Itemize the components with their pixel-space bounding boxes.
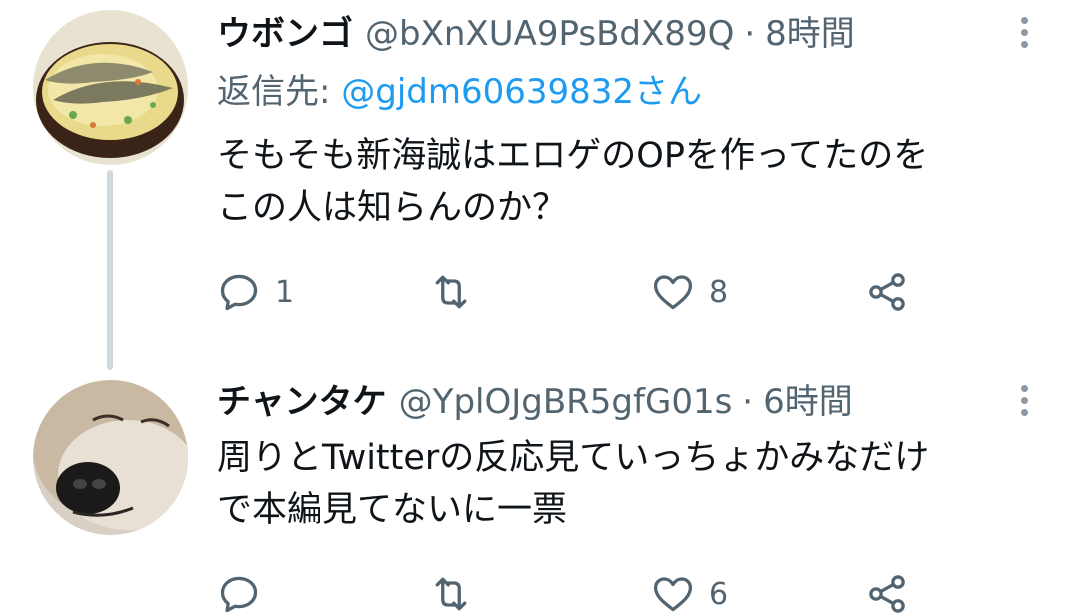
food-bowl-avatar-image (33, 10, 188, 165)
display-name[interactable]: ウボンゴ (217, 14, 353, 54)
reply-button[interactable]: 1 (217, 270, 294, 314)
retweet-button[interactable] (429, 270, 487, 314)
dog-avatar-image (33, 380, 188, 535)
like-button[interactable]: 8 (651, 270, 728, 314)
share-icon (869, 273, 905, 311)
display-name[interactable]: チャンタケ (217, 382, 387, 422)
tweet-1[interactable]: ウボンゴ @bXnXUA9PsBdX89Q · 8時間 返信先: @gjdm60… (0, 0, 1079, 360)
retweet-button[interactable] (429, 572, 487, 616)
share-icon (869, 575, 905, 613)
like-icon (653, 275, 693, 310)
action-bar: 1 8 (217, 270, 937, 314)
reply-icon (220, 274, 258, 311)
tweet-text: 周りとTwitterの反応見ていっちょかみなだけ で本編見てないに一票 (217, 432, 1037, 536)
tweet-text-line-2: で本編見てないに一票 (217, 490, 568, 530)
tweet-2[interactable]: チャンタケ @YplOJgBR5gfG01s · 6時間 周りとTwitterの… (0, 360, 1079, 616)
like-button[interactable]: 6 (651, 572, 728, 616)
timestamp[interactable]: 6時間 (763, 382, 853, 422)
reply-mention-link[interactable]: @gjdm60639832 (341, 72, 634, 112)
more-icon[interactable] (1012, 380, 1036, 420)
tweet-text-line-1: 周りとTwitterの反応見ていっちょかみなだけ (217, 438, 930, 478)
reply-to-line: 返信先: @gjdm60639832さん (217, 72, 702, 112)
retweet-icon (435, 577, 467, 611)
like-count: 8 (709, 274, 729, 310)
reply-to-label: 返信先: (217, 72, 342, 112)
retweet-icon (435, 275, 467, 309)
tweet-header: チャンタケ @YplOJgBR5gfG01s · 6時間 (217, 382, 853, 422)
user-handle[interactable]: @bXnXUA9PsBdX89Q (365, 14, 734, 54)
tweet-text-line-2: この人は知らんのか？ (217, 188, 568, 228)
avatar[interactable] (33, 380, 188, 535)
separator-dot: · (742, 382, 754, 422)
like-icon (653, 577, 693, 612)
reply-suffix: さん (634, 72, 703, 112)
reply-button[interactable] (217, 572, 275, 616)
like-count: 6 (709, 576, 729, 612)
share-button[interactable] (865, 270, 909, 314)
share-button[interactable] (865, 572, 909, 616)
separator-dot: · (744, 14, 756, 54)
reply-count: 1 (275, 274, 295, 310)
reply-icon (220, 576, 258, 613)
user-handle[interactable]: @YplOJgBR5gfG01s (399, 382, 733, 422)
tweet-text-line-1: そもそも新海誠はエロゲのOPを作ってたのを (217, 136, 929, 176)
tweet-header: ウボンゴ @bXnXUA9PsBdX89Q · 8時間 (217, 14, 855, 54)
avatar[interactable] (33, 10, 188, 165)
action-bar: 6 (217, 572, 937, 616)
timestamp[interactable]: 8時間 (765, 14, 855, 54)
more-icon[interactable] (1012, 12, 1036, 52)
tweet-text: そもそも新海誠はエロゲのOPを作ってたのを この人は知らんのか？ (217, 130, 1037, 234)
